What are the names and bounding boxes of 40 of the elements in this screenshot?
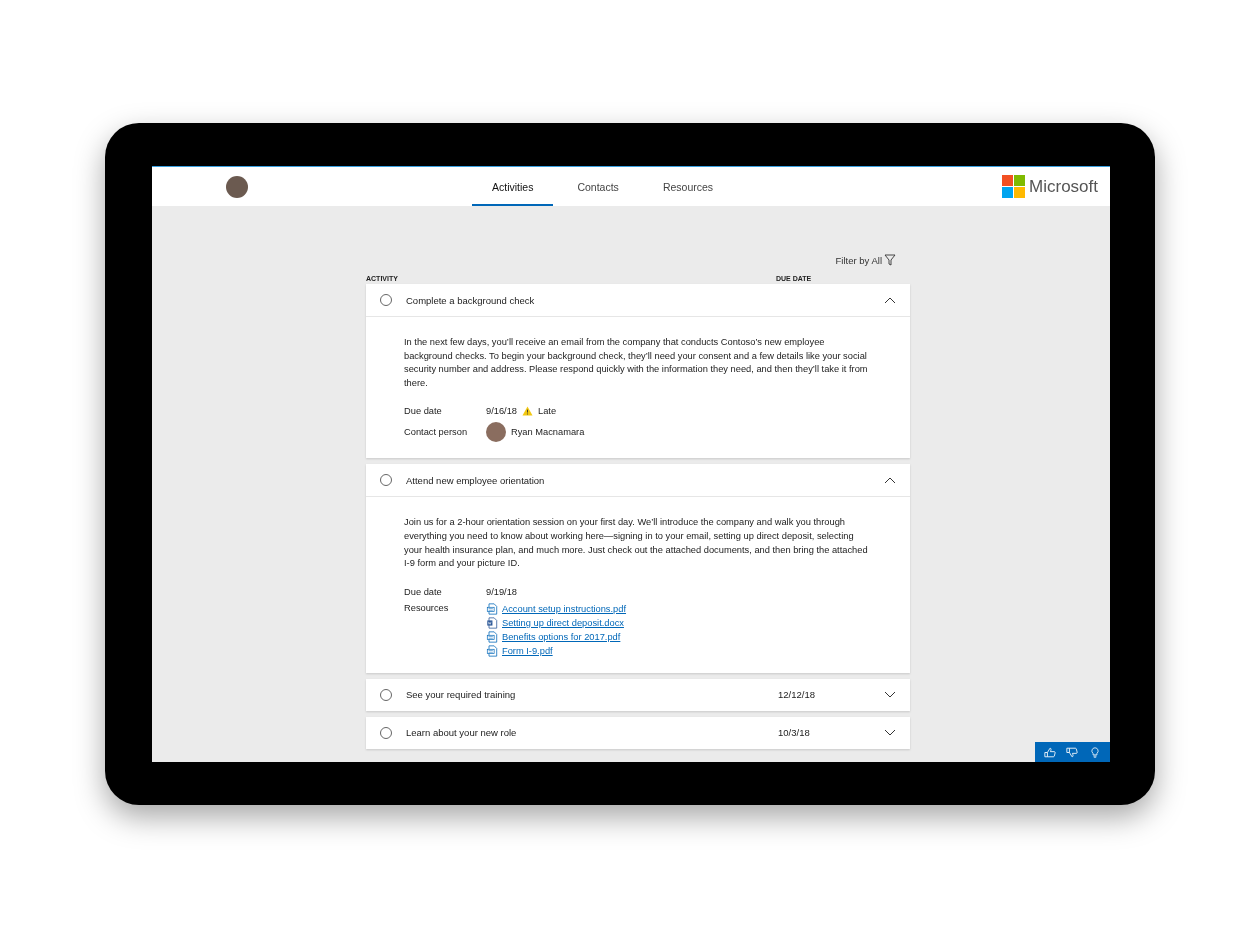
activity-description: In the next few days, you’ll receive an email from the company that conducts Contoso’s new employee background checks. To begin your background check, they’ll need your consent and a few details like your social security number and address. Please respond quickly with the information they need, and then they’ll take it from there. xyxy=(404,336,869,390)
word-file-icon xyxy=(486,616,498,629)
nav-tab[interactable]: Activities xyxy=(472,167,554,206)
lightbulb-icon[interactable] xyxy=(1088,746,1101,758)
nav-tab[interactable]: Resources xyxy=(642,167,734,206)
user-avatar[interactable] xyxy=(226,175,248,198)
pdf-file-icon xyxy=(486,630,498,643)
collapse-chevron-icon[interactable] xyxy=(884,296,896,304)
field-label: Due date xyxy=(404,586,442,597)
collapse-chevron-icon[interactable] xyxy=(884,476,896,484)
contact-name[interactable]: Ryan Macnamara xyxy=(511,427,585,438)
four-squares-logo-icon xyxy=(1002,175,1026,198)
activity-title: See your required training xyxy=(406,689,517,701)
pdf-file-icon xyxy=(486,644,498,657)
pdf-file-icon xyxy=(486,602,498,615)
brand-name: Microsoft xyxy=(1029,176,1098,197)
due-date: 9/19/18 xyxy=(486,586,518,597)
late-status: Late xyxy=(538,406,557,417)
due-date: 10/3/18 xyxy=(778,727,811,739)
nav-tab[interactable]: Contacts xyxy=(557,167,639,206)
file-link[interactable]: Account setup instructions.pdf xyxy=(502,603,627,614)
file-link[interactable]: Form I-9.pdf xyxy=(502,645,553,656)
field-label: Due date xyxy=(404,406,442,417)
due-date: 12/12/18 xyxy=(778,689,816,701)
thumbs-up-icon[interactable] xyxy=(1044,746,1057,758)
file-link[interactable]: Benefits options for 2017.pdf xyxy=(502,631,621,642)
activity-description: Join us for a 2-hour orientation session on your first day. We’ll introduce the company and walk you through everything you need to know about working here—signing in to your email, setting up direct deposit, selecting your health insurance plan, and much more. Just check out the attached documents, and then bring the attached I-9 form and your picture ID. xyxy=(404,516,869,571)
due-date: 9/16/18 xyxy=(486,406,518,417)
field-label: Resources xyxy=(404,602,449,613)
activity-title: Complete a background check xyxy=(406,294,536,306)
filter-button[interactable]: Filter by All xyxy=(835,254,896,266)
activity-title: Learn about your new role xyxy=(406,727,518,739)
expand-chevron-icon[interactable] xyxy=(884,691,896,699)
thumbs-down-icon[interactable] xyxy=(1066,746,1079,758)
funnel-filter-icon xyxy=(884,254,896,266)
activity-title: Attend new employee orientation xyxy=(406,474,546,486)
contact-avatar xyxy=(486,422,506,443)
expand-chevron-icon[interactable] xyxy=(884,729,896,737)
field-label: Contact person xyxy=(404,427,468,438)
file-link[interactable]: Setting up direct deposit.docx xyxy=(502,617,624,628)
